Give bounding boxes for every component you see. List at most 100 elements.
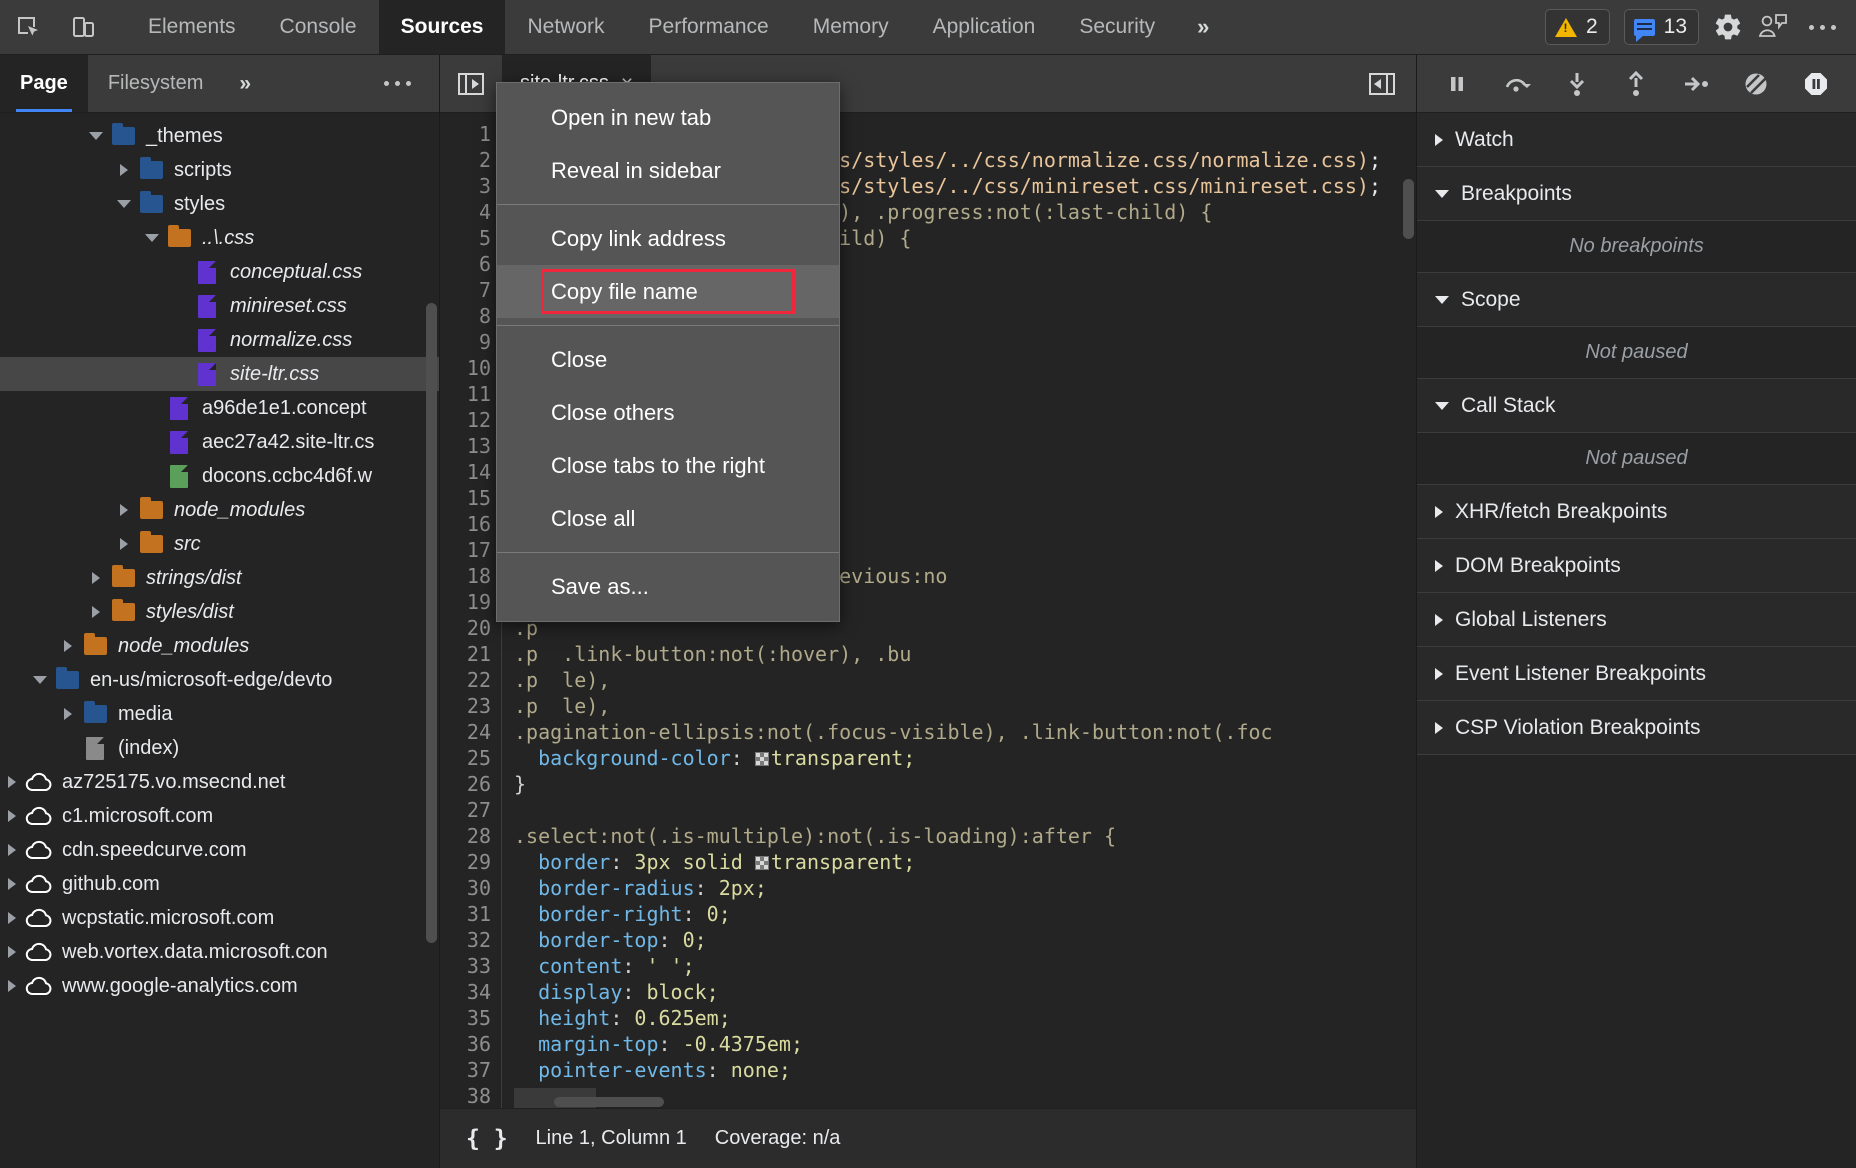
tree-row[interactable]: cdn.speedcurve.com <box>0 833 439 867</box>
tab-context-menu[interactable]: Open in new tabReveal in sidebar Copy lin… <box>496 82 840 622</box>
code-line[interactable]: border-top: 0; <box>514 927 1416 953</box>
chevron-down-icon[interactable] <box>140 234 164 242</box>
navigator-tab-page[interactable]: Page <box>0 55 88 112</box>
editor-vertical-scrollbar[interactable] <box>1403 179 1414 239</box>
navigator-more-tabs-chevron-icon[interactable]: » <box>223 55 267 112</box>
tab-elements[interactable]: Elements <box>126 0 258 54</box>
code-line[interactable]: height: 0.625em; <box>514 1005 1416 1031</box>
editor-horizontal-scrollbar[interactable] <box>502 1096 1416 1108</box>
chevron-right-icon[interactable] <box>0 776 24 788</box>
warning-count-badge[interactable]: 2 <box>1545 9 1610 45</box>
tree-row[interactable]: docons.ccbc4d6f.w <box>0 459 439 493</box>
pretty-print-braces-icon[interactable]: { } <box>466 1126 508 1152</box>
chevron-right-icon[interactable] <box>0 878 24 890</box>
context-menu-item[interactable]: Close <box>497 333 839 386</box>
code-line[interactable]: .p le), <box>514 693 1416 719</box>
tree-row[interactable]: a96de1e1.concept <box>0 391 439 425</box>
tree-row[interactable]: _themes <box>0 119 439 153</box>
device-toolbar-icon[interactable] <box>56 0 112 54</box>
context-menu-item[interactable]: Copy link address <box>497 212 839 265</box>
file-tree[interactable]: _themesscriptsstyles..\.cssconceptual.cs… <box>0 113 439 1168</box>
chevron-right-icon[interactable] <box>0 980 24 992</box>
navigator-tab-filesystem[interactable]: Filesystem <box>88 55 224 112</box>
code-line[interactable] <box>514 797 1416 823</box>
inspect-element-icon[interactable] <box>0 0 56 54</box>
context-menu-item[interactable]: Close all <box>497 492 839 545</box>
tree-row[interactable]: c1.microsoft.com <box>0 799 439 833</box>
pause-script-execution-icon[interactable] <box>1437 64 1477 104</box>
gear-icon[interactable] <box>1713 12 1743 42</box>
code-line[interactable]: border-right: 0; <box>514 901 1416 927</box>
context-menu-item[interactable]: Reveal in sidebar <box>497 144 839 197</box>
navigator-more-icon[interactable] <box>378 55 439 112</box>
debugger-section-header[interactable]: Breakpoints <box>1417 167 1856 221</box>
chevron-down-icon[interactable] <box>28 676 52 684</box>
step-icon[interactable] <box>1676 64 1716 104</box>
chevron-right-icon[interactable] <box>84 606 108 618</box>
code-line[interactable]: border: 3px solid transparent; <box>514 849 1416 875</box>
tree-row[interactable]: web.vortex.data.microsoft.con <box>0 935 439 969</box>
debugger-section-header[interactable]: XHR/fetch Breakpoints <box>1417 485 1856 539</box>
tree-row[interactable]: www.google-analytics.com <box>0 969 439 1003</box>
chevron-right-icon[interactable] <box>56 708 80 720</box>
chevron-right-icon[interactable] <box>84 572 108 584</box>
chevron-down-icon[interactable] <box>84 132 108 140</box>
navigator-scrollbar[interactable] <box>426 303 437 943</box>
tree-row[interactable]: conceptual.css <box>0 255 439 289</box>
context-menu-item[interactable]: Close tabs to the right <box>497 439 839 492</box>
chevron-right-icon[interactable] <box>0 912 24 924</box>
tree-row[interactable]: aec27a42.site-ltr.cs <box>0 425 439 459</box>
tab-network[interactable]: Network <box>505 0 626 54</box>
tree-row[interactable]: media <box>0 697 439 731</box>
tree-row[interactable]: az725175.vo.msecnd.net <box>0 765 439 799</box>
tree-row[interactable]: styles <box>0 187 439 221</box>
step-over-icon[interactable] <box>1497 64 1537 104</box>
debugger-section-header[interactable]: Watch <box>1417 113 1856 167</box>
chevron-right-icon[interactable] <box>112 538 136 550</box>
code-line[interactable]: pointer-events: none; <box>514 1057 1416 1083</box>
context-menu-item[interactable]: Open in new tab <box>497 91 839 144</box>
code-line[interactable]: .pagination-ellipsis:not(.focus-visible)… <box>514 719 1416 745</box>
context-menu-item[interactable]: Copy file name <box>497 265 839 318</box>
tree-row[interactable]: en-us/microsoft-edge/devto <box>0 663 439 697</box>
more-options-icon[interactable] <box>1803 25 1842 30</box>
tree-row[interactable]: normalize.css <box>0 323 439 357</box>
tree-row[interactable]: scripts <box>0 153 439 187</box>
code-line[interactable]: background-color: transparent; <box>514 745 1416 771</box>
tree-row[interactable]: github.com <box>0 867 439 901</box>
debugger-section-header[interactable]: Scope <box>1417 273 1856 327</box>
tree-row[interactable]: (index) <box>0 731 439 765</box>
context-menu-item[interactable]: Save as... <box>497 560 839 613</box>
tree-row[interactable]: ..\.css <box>0 221 439 255</box>
code-line[interactable]: .p .link-button:not(:hover), .bu <box>514 641 1416 667</box>
chevron-right-icon[interactable] <box>112 504 136 516</box>
feedback-person-icon[interactable] <box>1757 13 1789 41</box>
deactivate-breakpoints-icon[interactable] <box>1736 64 1776 104</box>
chevron-right-icon[interactable] <box>0 946 24 958</box>
tree-row[interactable]: wcpstatic.microsoft.com <box>0 901 439 935</box>
show-navigator-icon[interactable] <box>440 55 502 112</box>
chevron-right-icon[interactable] <box>0 844 24 856</box>
debugger-section-header[interactable]: CSP Violation Breakpoints <box>1417 701 1856 755</box>
tree-row[interactable]: minireset.css <box>0 289 439 323</box>
chevron-right-icon[interactable] <box>112 164 136 176</box>
tab-sources[interactable]: Sources <box>379 0 506 54</box>
tree-row[interactable]: site-ltr.css <box>0 357 439 391</box>
code-line[interactable]: display: block; <box>514 979 1416 1005</box>
debugger-section-header[interactable]: DOM Breakpoints <box>1417 539 1856 593</box>
chevron-down-icon[interactable] <box>112 200 136 208</box>
code-line[interactable]: border-radius: 2px; <box>514 875 1416 901</box>
more-panels-chevron-icon[interactable]: » <box>1177 0 1229 54</box>
tab-performance[interactable]: Performance <box>627 0 791 54</box>
tab-console[interactable]: Console <box>258 0 379 54</box>
debugger-section-header[interactable]: Global Listeners <box>1417 593 1856 647</box>
tab-memory[interactable]: Memory <box>791 0 911 54</box>
pause-on-exceptions-icon[interactable] <box>1796 64 1836 104</box>
tab-application[interactable]: Application <box>911 0 1058 54</box>
code-line[interactable]: } <box>514 771 1416 797</box>
debugger-section-header[interactable]: Event Listener Breakpoints <box>1417 647 1856 701</box>
code-line[interactable]: content: ' '; <box>514 953 1416 979</box>
tab-security[interactable]: Security <box>1057 0 1177 54</box>
tree-row[interactable]: node_modules <box>0 629 439 663</box>
code-line[interactable]: .select:not(.is-multiple):not(.is-loadin… <box>514 823 1416 849</box>
